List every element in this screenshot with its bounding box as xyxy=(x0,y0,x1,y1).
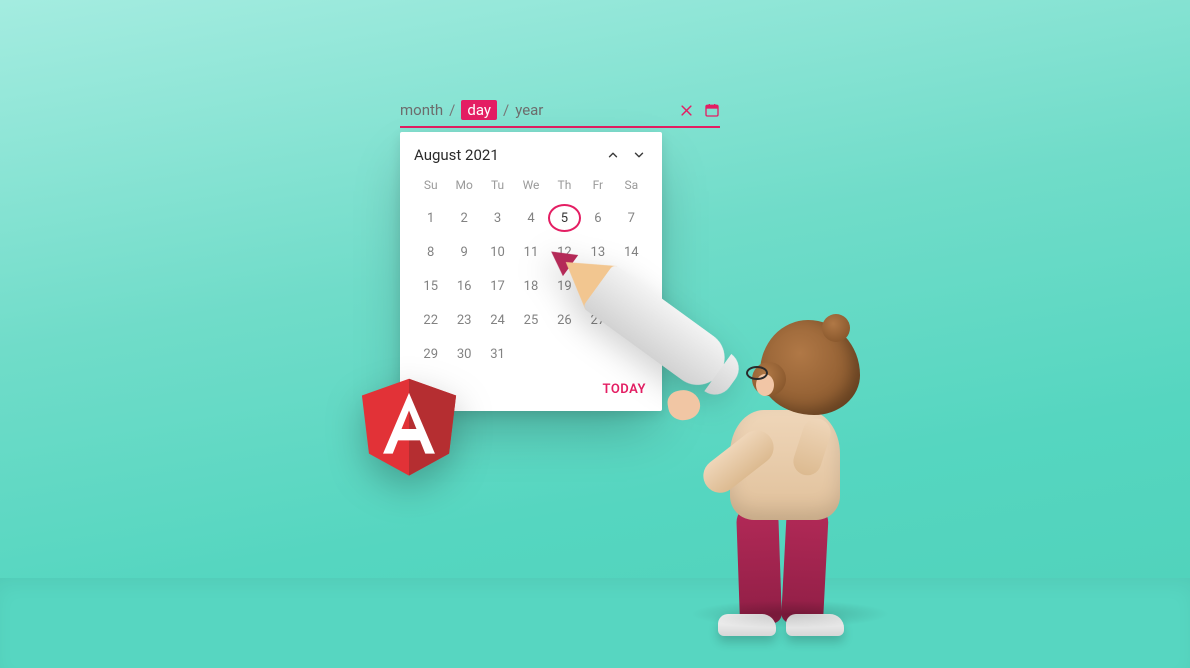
day-cell[interactable]: 7 xyxy=(615,204,648,232)
day-of-week: Th xyxy=(548,174,581,198)
day-cell[interactable]: 4 xyxy=(514,204,547,232)
day-of-week: Sa xyxy=(615,174,648,198)
segment-month[interactable]: month xyxy=(400,101,443,119)
day-cell[interactable]: 3 xyxy=(481,204,514,232)
day-of-week: We xyxy=(514,174,547,198)
segment-year[interactable]: year xyxy=(515,101,543,119)
day-cell[interactable]: 29 xyxy=(414,340,447,368)
day-cell[interactable]: 2 xyxy=(447,204,480,232)
illustration-stage: month / day / year August 2021 SuMoTuWeT… xyxy=(0,0,1190,668)
day-cell[interactable]: 30 xyxy=(447,340,480,368)
floor xyxy=(0,578,1190,668)
angular-logo-icon xyxy=(354,366,464,484)
day-of-week: Su xyxy=(414,174,447,198)
day-cell[interactable]: 8 xyxy=(414,238,447,266)
day-cell[interactable]: 10 xyxy=(481,238,514,266)
person-shadow xyxy=(690,600,890,628)
close-icon[interactable] xyxy=(679,103,694,118)
day-cell[interactable]: 16 xyxy=(447,272,480,300)
day-of-week: Fr xyxy=(581,174,614,198)
person-illustration xyxy=(630,270,890,630)
separator: / xyxy=(503,101,509,119)
day-cell[interactable]: 24 xyxy=(481,306,514,334)
day-cell[interactable]: 1 xyxy=(414,204,447,232)
day-of-week: Mo xyxy=(447,174,480,198)
day-cell[interactable]: 31 xyxy=(481,340,514,368)
day-of-week: Tu xyxy=(481,174,514,198)
chevron-up-icon[interactable] xyxy=(604,146,622,164)
day-cell[interactable]: 23 xyxy=(447,306,480,334)
date-input[interactable]: month / day / year xyxy=(400,94,720,128)
segment-day[interactable]: day xyxy=(461,100,497,120)
calendar-icon[interactable] xyxy=(704,102,720,118)
day-cell[interactable]: 9 xyxy=(447,238,480,266)
calendar-title[interactable]: August 2021 xyxy=(414,146,499,164)
chevron-down-icon[interactable] xyxy=(630,146,648,164)
day-cell[interactable]: 22 xyxy=(414,306,447,334)
calendar-header: August 2021 xyxy=(414,146,648,164)
day-cell[interactable]: 17 xyxy=(481,272,514,300)
day-cell[interactable]: 25 xyxy=(514,306,547,334)
day-cell[interactable]: 15 xyxy=(414,272,447,300)
day-cell[interactable]: 6 xyxy=(581,204,614,232)
separator: / xyxy=(449,101,455,119)
